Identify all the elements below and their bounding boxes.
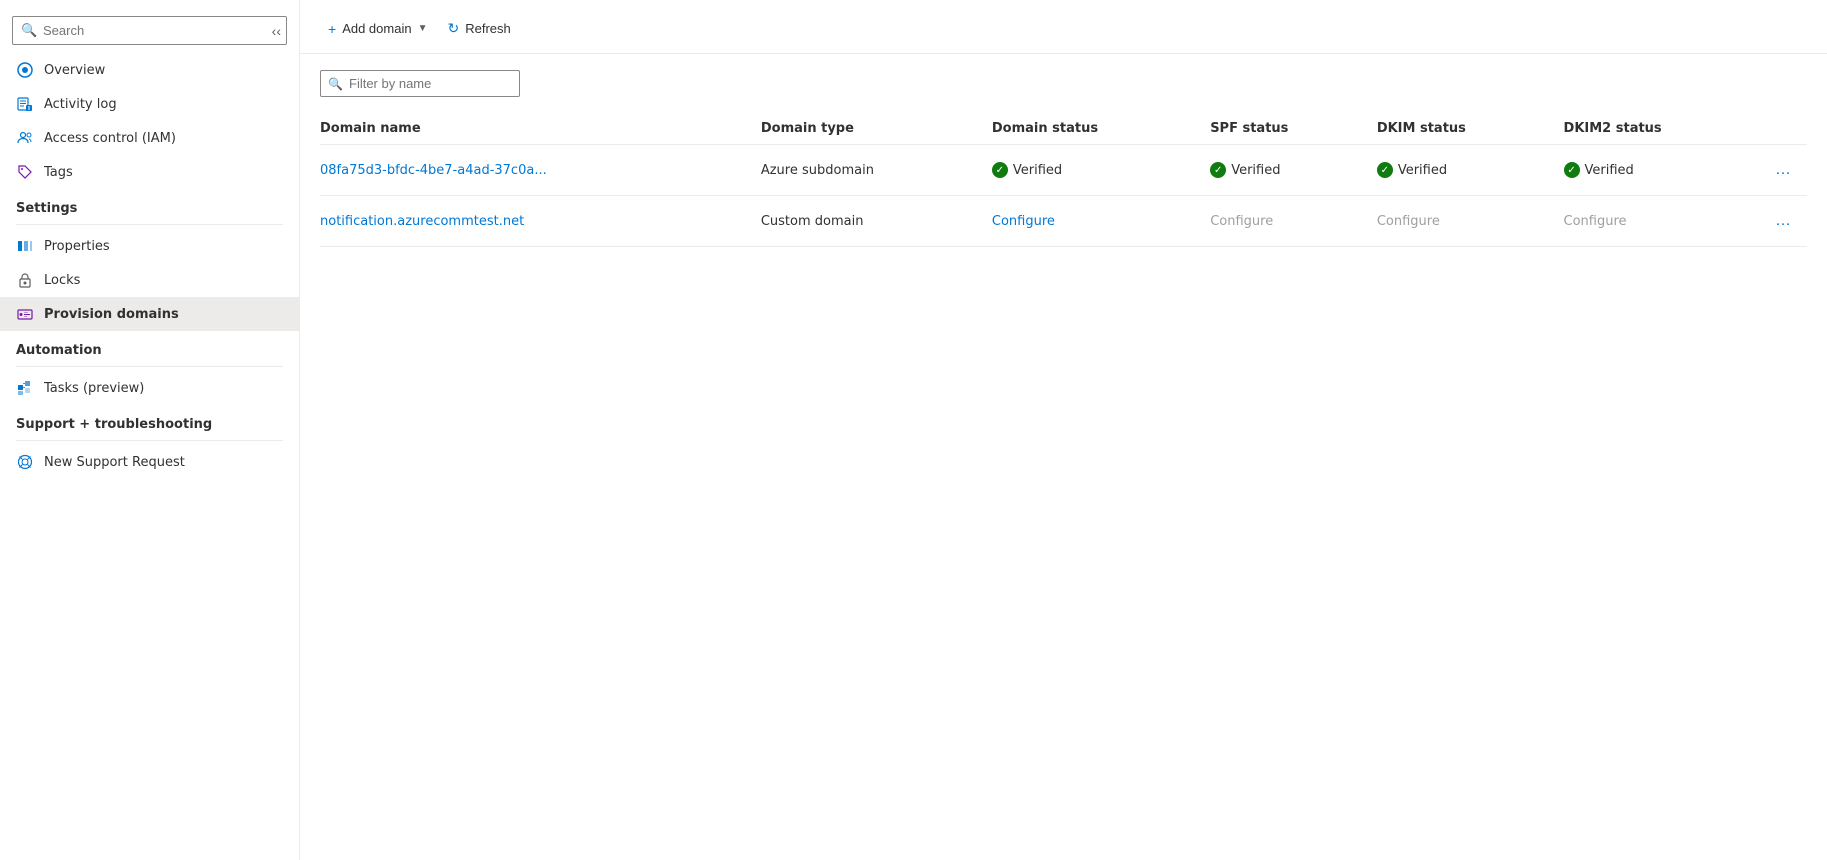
dkim-check-icon: ✓ bbox=[1377, 162, 1393, 178]
add-domain-button[interactable]: + Add domain ▼ bbox=[320, 15, 435, 43]
cell-domain-name: 08fa75d3-bfdc-4be7-a4ad-37c0a... bbox=[320, 145, 761, 196]
cell-domain-status: Configure bbox=[992, 196, 1210, 247]
cell-domain-type: Custom domain bbox=[761, 196, 992, 247]
support-section-header: Support + troubleshooting bbox=[0, 405, 299, 436]
add-domain-icon: + bbox=[328, 21, 336, 37]
col-spf-status: SPF status bbox=[1210, 113, 1377, 145]
filter-input-wrap: 🔍 bbox=[320, 70, 520, 97]
sidebar-item-iam[interactable]: Access control (IAM) bbox=[0, 121, 299, 155]
table-row: 08fa75d3-bfdc-4be7-a4ad-37c0a... Azure su… bbox=[320, 145, 1807, 196]
automation-section-header: Automation bbox=[0, 331, 299, 362]
toolbar: + Add domain ▼ ↻ Refresh bbox=[300, 0, 1827, 54]
col-dkim2-status: DKIM2 status bbox=[1564, 113, 1767, 145]
sidebar-item-tags[interactable]: Tags bbox=[0, 155, 299, 189]
cell-dkim-status: Configure bbox=[1377, 196, 1564, 247]
cell-spf-status: ✓Verified bbox=[1210, 145, 1377, 196]
sidebar-item-iam-label: Access control (IAM) bbox=[44, 131, 176, 146]
domain-status-configure-link[interactable]: Configure bbox=[992, 214, 1055, 229]
dkim-verified: ✓Verified bbox=[1377, 162, 1447, 178]
search-wrap: 🔍 ‹‹ bbox=[0, 8, 299, 53]
cell-dkim2-status: ✓Verified bbox=[1564, 145, 1767, 196]
dkim2-configure-gray: Configure bbox=[1564, 214, 1627, 229]
dkim2-check-icon: ✓ bbox=[1564, 162, 1580, 178]
domain-table: Domain name Domain type Domain status SP… bbox=[320, 113, 1807, 247]
sidebar-item-activity-log-label: Activity log bbox=[44, 97, 117, 112]
cell-domain-status: ✓Verified bbox=[992, 145, 1210, 196]
cell-more: … bbox=[1767, 145, 1807, 196]
cell-domain-type: Azure subdomain bbox=[761, 145, 992, 196]
verified-check-icon: ✓ bbox=[992, 162, 1008, 178]
provision-domains-icon bbox=[16, 305, 34, 323]
cell-dkim-status: ✓Verified bbox=[1377, 145, 1564, 196]
tags-icon bbox=[16, 163, 34, 181]
sidebar-item-tasks-label: Tasks (preview) bbox=[44, 381, 144, 396]
sidebar-item-new-support-label: New Support Request bbox=[44, 455, 185, 470]
domain-name-link[interactable]: 08fa75d3-bfdc-4be7-a4ad-37c0a... bbox=[320, 163, 547, 178]
sidebar: 🔍 ‹‹ Overview Activity log bbox=[0, 0, 300, 860]
status-verified: ✓Verified bbox=[992, 162, 1062, 178]
sidebar-item-locks[interactable]: Locks bbox=[0, 263, 299, 297]
table-body: 08fa75d3-bfdc-4be7-a4ad-37c0a... Azure su… bbox=[320, 145, 1807, 247]
col-domain-name: Domain name bbox=[320, 113, 761, 145]
activity-log-icon bbox=[16, 95, 34, 113]
collapse-sidebar-button[interactable]: ‹‹ bbox=[268, 21, 285, 41]
more-options-button[interactable]: … bbox=[1771, 157, 1795, 183]
iam-icon bbox=[16, 129, 34, 147]
col-dkim-status: DKIM status bbox=[1377, 113, 1564, 145]
sidebar-item-locks-label: Locks bbox=[44, 273, 80, 288]
support-icon bbox=[16, 453, 34, 471]
col-more bbox=[1767, 113, 1807, 145]
sidebar-item-overview[interactable]: Overview bbox=[0, 53, 299, 87]
sidebar-item-tags-label: Tags bbox=[44, 165, 73, 180]
sidebar-item-new-support[interactable]: New Support Request bbox=[0, 445, 299, 479]
refresh-button[interactable]: ↻ Refresh bbox=[439, 14, 518, 43]
filter-bar: 🔍 bbox=[320, 70, 1807, 97]
table-row: notification.azurecommtest.net Custom dom… bbox=[320, 196, 1807, 247]
support-divider bbox=[16, 440, 283, 441]
tasks-icon bbox=[16, 379, 34, 397]
refresh-icon: ↻ bbox=[447, 20, 459, 37]
sidebar-item-activity-log[interactable]: Activity log bbox=[0, 87, 299, 121]
cell-spf-status: Configure bbox=[1210, 196, 1377, 247]
col-domain-status: Domain status bbox=[992, 113, 1210, 145]
settings-section-header: Settings bbox=[0, 189, 299, 220]
sidebar-item-provision-domains-label: Provision domains bbox=[44, 307, 179, 322]
col-domain-type: Domain type bbox=[761, 113, 992, 145]
domain-name-link[interactable]: notification.azurecommtest.net bbox=[320, 214, 524, 229]
refresh-label: Refresh bbox=[465, 21, 511, 36]
spf-configure-gray: Configure bbox=[1210, 214, 1273, 229]
content-area: 🔍 Domain name Domain type Domain status … bbox=[300, 54, 1827, 860]
table-header: Domain name Domain type Domain status SP… bbox=[320, 113, 1807, 145]
settings-divider bbox=[16, 224, 283, 225]
locks-icon bbox=[16, 271, 34, 289]
dkim-configure-gray: Configure bbox=[1377, 214, 1440, 229]
automation-divider bbox=[16, 366, 283, 367]
properties-icon bbox=[16, 237, 34, 255]
more-options-button[interactable]: … bbox=[1771, 208, 1795, 234]
sidebar-item-provision-domains[interactable]: Provision domains bbox=[0, 297, 299, 331]
cell-dkim2-status: Configure bbox=[1564, 196, 1767, 247]
cell-domain-name: notification.azurecommtest.net bbox=[320, 196, 761, 247]
add-domain-chevron-icon: ▼ bbox=[418, 23, 428, 34]
sidebar-item-properties-label: Properties bbox=[44, 239, 110, 254]
search-input[interactable] bbox=[12, 16, 287, 45]
filter-input[interactable] bbox=[320, 70, 520, 97]
spf-verified: ✓Verified bbox=[1210, 162, 1280, 178]
overview-icon bbox=[16, 61, 34, 79]
cell-more: … bbox=[1767, 196, 1807, 247]
sidebar-item-properties[interactable]: Properties bbox=[0, 229, 299, 263]
dkim2-verified: ✓Verified bbox=[1564, 162, 1634, 178]
sidebar-item-overview-label: Overview bbox=[44, 63, 105, 78]
add-domain-label: Add domain bbox=[342, 21, 411, 36]
spf-check-icon: ✓ bbox=[1210, 162, 1226, 178]
main-content: + Add domain ▼ ↻ Refresh 🔍 Domain name D… bbox=[300, 0, 1827, 860]
sidebar-item-tasks[interactable]: Tasks (preview) bbox=[0, 371, 299, 405]
